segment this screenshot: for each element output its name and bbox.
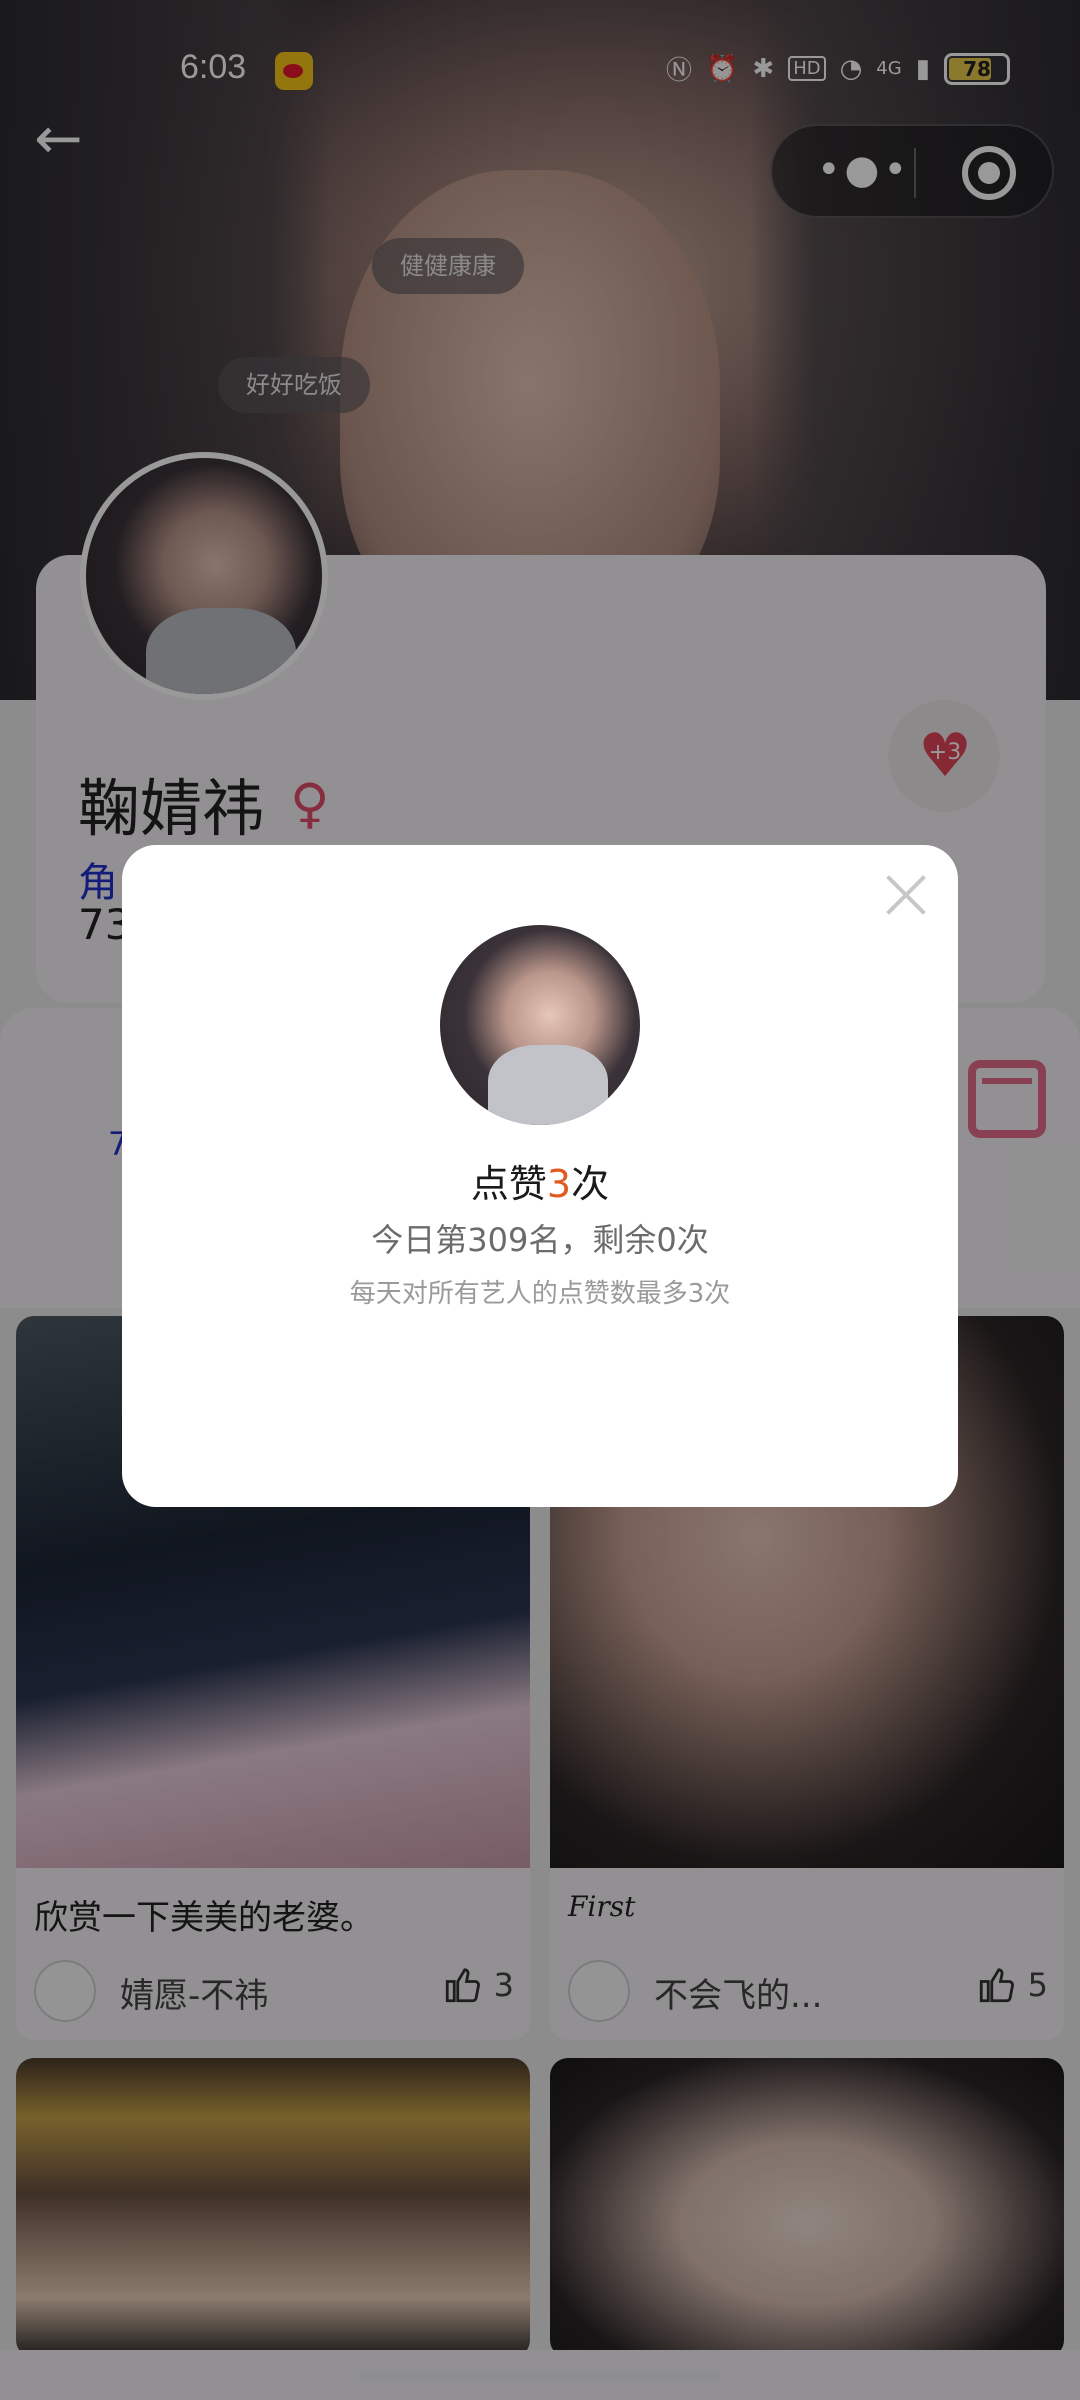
like-result-dialog: 点赞3次 今日第309名，剩余0次 每天对所有艺人的点赞数最多3次 — [122, 845, 958, 1507]
home-indicator[interactable] — [360, 2371, 720, 2381]
title-prefix: 点赞 — [470, 1162, 547, 1206]
dialog-title: 点赞3次 — [122, 1153, 958, 1208]
close-icon[interactable] — [884, 873, 928, 917]
rank-text: 今日第309名，剩余0次 — [371, 1221, 709, 1259]
limit-note: 每天对所有艺人的点赞数最多3次 — [349, 1279, 731, 1309]
dialog-artist-avatar — [440, 925, 640, 1125]
title-suffix: 次 — [571, 1162, 610, 1206]
like-count-highlight: 3 — [546, 1162, 572, 1206]
